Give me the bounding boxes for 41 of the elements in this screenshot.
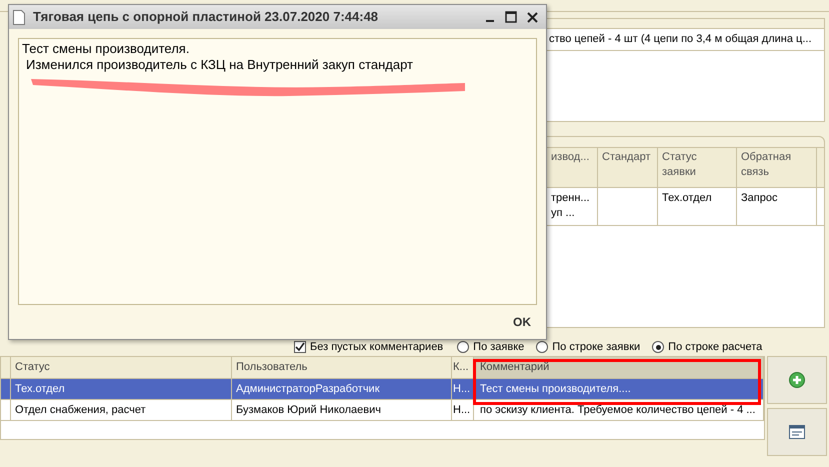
maximize-icon[interactable]	[505, 11, 517, 23]
form-button[interactable]	[767, 408, 827, 456]
table-cell-text: по эскизу клиента. Требуемое количество цепей - 4 ...	[480, 402, 756, 418]
column-header[interactable]: Обратная связь	[741, 150, 812, 180]
table-cell-text: Запрос	[741, 191, 778, 206]
radio-label: По строке расчета	[668, 340, 762, 355]
radio-label: По строке заявки	[552, 340, 640, 355]
table-cell-text: АдминистраторРазработчик	[236, 382, 380, 397]
ok-button[interactable]: OK	[513, 313, 537, 331]
comment-text-area[interactable]: Тест смены производителя. Изменился производитель с КЗЦ на Внутренний закуп стандарт	[18, 38, 537, 305]
column-header[interactable]: К...	[453, 359, 469, 376]
document-icon	[13, 10, 25, 24]
table-cell-text: Н...	[453, 382, 470, 397]
checkbox-label: Без пустых комментариев	[310, 340, 444, 355]
radio-label: По заявке	[473, 340, 524, 355]
plus-icon	[789, 372, 805, 388]
column-header[interactable]: Пользователь	[236, 359, 308, 376]
table-cell-text: Тех.отдел	[15, 382, 65, 397]
checkbox[interactable]	[294, 341, 306, 353]
column-header[interactable]: Комментарий	[480, 359, 550, 376]
column-header[interactable]: Статус заявки	[662, 150, 732, 180]
table-cell-text: Тест смены производителя....	[480, 382, 631, 397]
table-cell: ство цепей - 4 шт (4 цепи по 3,4 м общая длина ц...	[549, 33, 812, 45]
table-cell-text: тренн... уп ...	[551, 191, 591, 221]
radio-button[interactable]	[652, 341, 664, 353]
table-row[interactable]: Отдел снабжения, расчет Бузмаков Юрий Николаевич Н... по эскизу клиента. Требуемое количество цепей - 4 ...	[1, 400, 764, 421]
table-cell-text: Тех.отдел	[662, 191, 713, 206]
table-row[interactable]: Тех.отдел АдминистраторРазработчик Н... Тест смены производителя....	[1, 379, 764, 400]
form-icon	[789, 425, 805, 439]
table-cell-text: Бузмаков Юрий Николаевич	[236, 402, 382, 418]
close-icon[interactable]	[527, 12, 538, 22]
column-header[interactable]: Стандарт	[602, 150, 653, 165]
text-line: Тест смены производителя.	[22, 41, 190, 57]
radio-button[interactable]	[457, 341, 470, 353]
radio-button[interactable]	[536, 341, 548, 353]
column-header[interactable]: извод...	[551, 150, 593, 165]
column-header[interactable]: Статус	[15, 359, 50, 376]
table-cell-text: Отдел снабжения, расчет	[15, 402, 146, 418]
text-line: Изменился производитель с КЗЦ на Внутренний закуп стандарт	[25, 57, 414, 73]
table-cell-text: Н...	[453, 402, 470, 418]
window-title: Тяговая цепь с опорной пластиной 23.07.2020 7:44:48	[33, 8, 378, 26]
